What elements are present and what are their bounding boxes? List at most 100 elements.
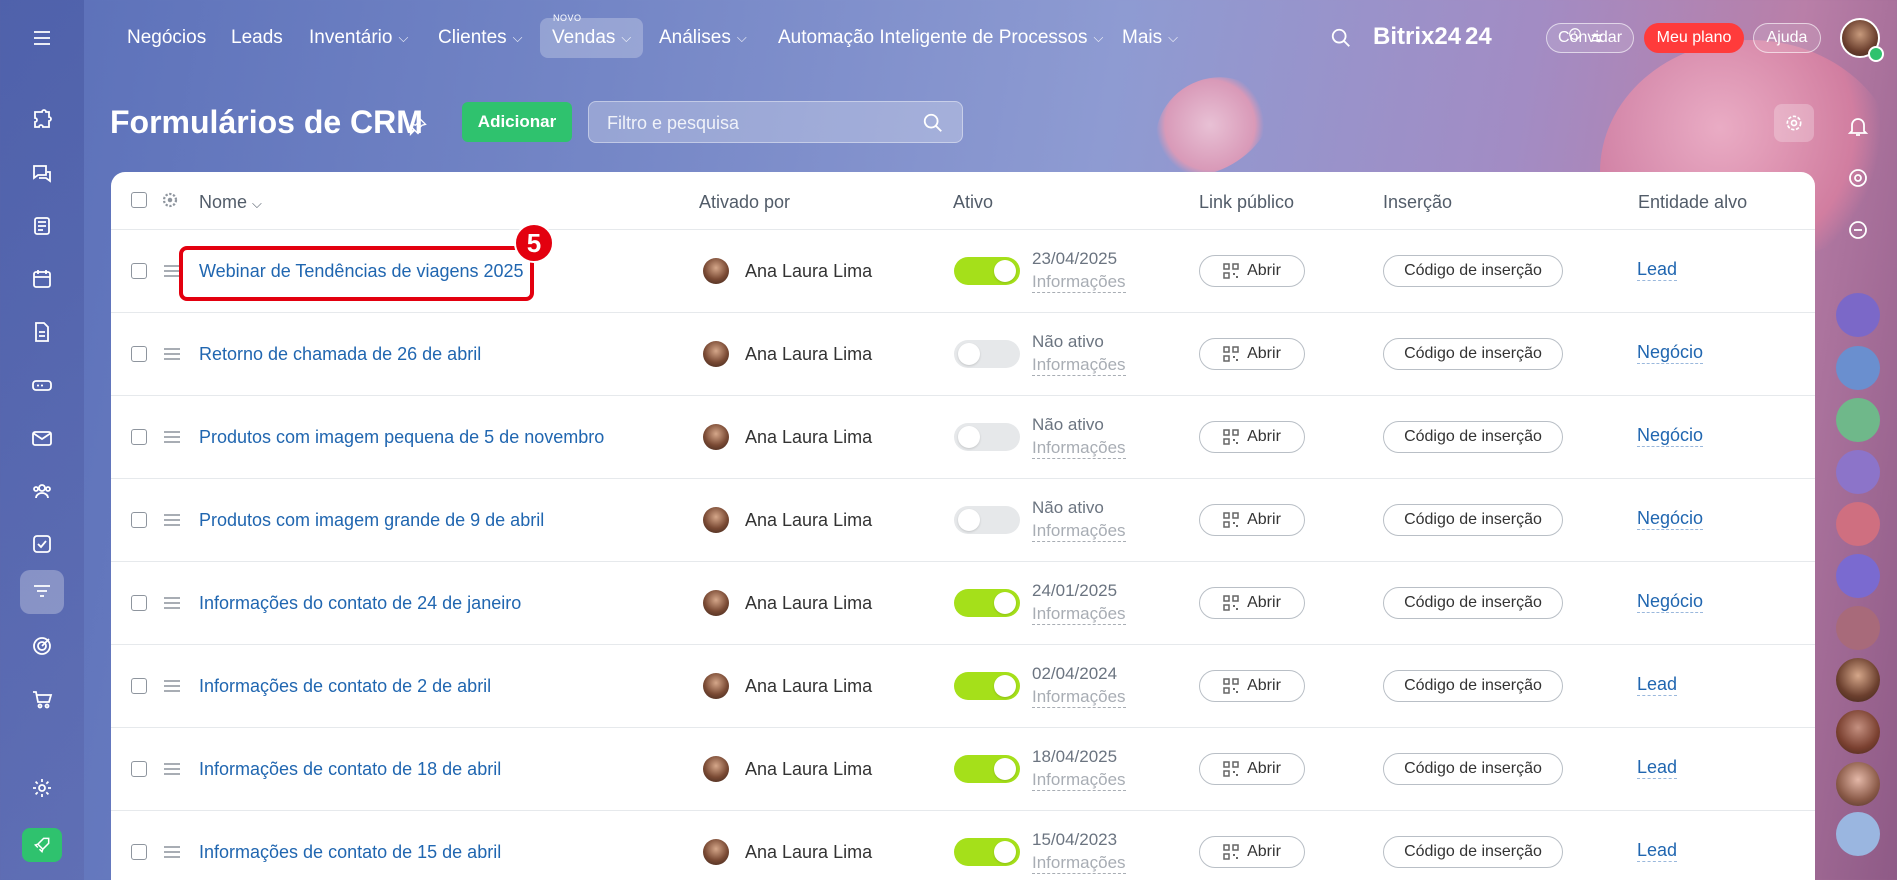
column-header-target-entity[interactable]: Entidade alvo	[1638, 192, 1747, 213]
embed-code-button[interactable]: Código de inserção	[1383, 670, 1563, 702]
copilot-icon[interactable]	[1836, 156, 1880, 200]
column-settings-gear-icon[interactable]	[161, 191, 179, 209]
info-link[interactable]: Informações	[1032, 355, 1126, 376]
info-link[interactable]: Informações	[1032, 770, 1126, 791]
brand-logo[interactable]: Bitrix24 24	[1373, 23, 1492, 51]
column-header-activated-by[interactable]: Ativado por	[699, 192, 790, 213]
settings-gear-icon[interactable]	[20, 766, 64, 810]
tasks-icon[interactable]	[20, 522, 64, 566]
row-checkbox[interactable]	[131, 678, 147, 694]
nav-item-mais[interactable]: Mais ⌵	[1110, 18, 1190, 58]
info-link[interactable]: Informações	[1032, 438, 1126, 459]
target-icon[interactable]	[20, 624, 64, 668]
contact-avatar[interactable]	[1836, 710, 1880, 754]
form-name-link[interactable]: Produtos com imagem grande de 9 de abril	[199, 510, 544, 531]
pin-icon[interactable]	[408, 116, 428, 136]
help-button[interactable]: Ajuda	[1753, 23, 1821, 53]
open-public-link-button[interactable]: Abrir	[1199, 670, 1305, 702]
activated-by-user[interactable]: Ana Laura Lima	[745, 510, 872, 531]
group-rail-icon[interactable]	[1836, 398, 1880, 442]
embed-code-button[interactable]: Código de inserção	[1383, 255, 1563, 287]
nav-item-negocios[interactable]: Negócios	[115, 18, 218, 58]
nav-item-vendas[interactable]: Vendas ⌵	[540, 18, 644, 58]
table-row[interactable]: Informações de contato de 2 de abril Ana…	[111, 645, 1815, 728]
select-all-checkbox[interactable]	[131, 192, 147, 208]
user-avatar[interactable]	[703, 258, 729, 284]
embed-code-button[interactable]: Código de inserção	[1383, 338, 1563, 370]
hamburger-menu-icon[interactable]	[20, 16, 64, 60]
form-name-link[interactable]: Produtos com imagem pequena de 5 de nove…	[199, 427, 604, 448]
drag-handle-icon[interactable]	[164, 348, 180, 360]
page-settings-button[interactable]	[1774, 104, 1814, 142]
chat-bubble-icon[interactable]	[1836, 208, 1880, 252]
contact-avatar[interactable]	[1836, 658, 1880, 702]
open-public-link-button[interactable]: Abrir	[1199, 587, 1305, 619]
info-link[interactable]: Informações	[1032, 687, 1126, 708]
search-input[interactable]	[607, 110, 907, 136]
row-checkbox[interactable]	[131, 844, 147, 860]
column-header-insertion[interactable]: Inserção	[1383, 192, 1452, 213]
drag-handle-icon[interactable]	[164, 846, 180, 858]
form-name-link[interactable]: Informações de contato de 18 de abril	[199, 759, 501, 780]
row-checkbox[interactable]	[131, 263, 147, 279]
open-public-link-button[interactable]: Abrir	[1199, 255, 1305, 287]
open-public-link-button[interactable]: Abrir	[1199, 338, 1305, 370]
target-entity-link[interactable]: Negócio	[1637, 591, 1704, 613]
user-avatar[interactable]	[703, 341, 729, 367]
drive-icon[interactable]	[20, 363, 64, 407]
table-row[interactable]: Produtos com imagem pequena de 5 de nove…	[111, 396, 1815, 479]
mail-icon[interactable]	[20, 416, 64, 460]
bell-icon[interactable]	[1836, 104, 1880, 148]
row-checkbox[interactable]	[131, 595, 147, 611]
column-header-name[interactable]: Nome ⌵	[199, 192, 262, 213]
nav-item-clientes[interactable]: Clientes ⌵	[426, 18, 535, 58]
target-entity-link[interactable]: Negócio	[1637, 425, 1704, 447]
table-row[interactable]: Informações do contato de 24 de janeiro …	[111, 562, 1815, 645]
tasks-rail-icon[interactable]	[1836, 346, 1880, 390]
circle-rail-icon[interactable]	[1836, 606, 1880, 650]
group-icon[interactable]	[20, 469, 64, 513]
search-icon[interactable]	[922, 112, 944, 134]
my-plan-button[interactable]: Meu plano	[1644, 23, 1744, 53]
target-entity-link[interactable]: Lead	[1637, 674, 1678, 696]
table-row[interactable]: Informações de contato de 15 de abril An…	[111, 811, 1815, 880]
info-link[interactable]: Informações	[1032, 272, 1126, 293]
column-header-public-link[interactable]: Link público	[1199, 192, 1294, 213]
cart-icon[interactable]	[20, 677, 64, 721]
activated-by-user[interactable]: Ana Laura Lima	[745, 593, 872, 614]
nav-item-leads[interactable]: Leads	[219, 18, 295, 58]
target-entity-link[interactable]: Negócio	[1637, 508, 1704, 530]
info-link[interactable]: Informações	[1032, 521, 1126, 542]
user-avatar[interactable]	[703, 590, 729, 616]
active-toggle[interactable]	[954, 672, 1020, 700]
activated-by-user[interactable]: Ana Laura Lima	[745, 676, 872, 697]
user-avatar[interactable]	[703, 424, 729, 450]
nav-item-inventario[interactable]: Inventário ⌵	[297, 18, 420, 58]
crm-funnel-icon[interactable]	[20, 570, 64, 614]
rocket-button[interactable]	[22, 828, 62, 862]
active-toggle[interactable]	[954, 755, 1020, 783]
chat-rail-icon[interactable]	[1836, 554, 1880, 598]
calendar-icon[interactable]	[20, 257, 64, 301]
row-checkbox[interactable]	[131, 512, 147, 528]
open-public-link-button[interactable]: Abrir	[1199, 504, 1305, 536]
embed-code-button[interactable]: Código de inserção	[1383, 836, 1563, 868]
active-toggle[interactable]	[954, 838, 1020, 866]
open-public-link-button[interactable]: Abrir	[1199, 421, 1305, 453]
info-link[interactable]: Informações	[1032, 853, 1126, 874]
row-checkbox[interactable]	[131, 346, 147, 362]
target-entity-link[interactable]: Negócio	[1637, 342, 1704, 364]
filter-search-box[interactable]	[588, 101, 963, 143]
form-name-link[interactable]: Retorno de chamada de 26 de abril	[199, 344, 481, 365]
drag-handle-icon[interactable]	[164, 265, 180, 277]
user-avatar[interactable]	[703, 839, 729, 865]
embed-code-button[interactable]: Código de inserção	[1383, 753, 1563, 785]
active-toggle[interactable]	[954, 257, 1020, 285]
active-toggle[interactable]	[954, 506, 1020, 534]
row-checkbox[interactable]	[131, 761, 147, 777]
info-link[interactable]: Informações	[1032, 604, 1126, 625]
contact-avatar[interactable]	[1836, 762, 1880, 806]
active-toggle[interactable]	[954, 340, 1020, 368]
column-header-active[interactable]: Ativo	[953, 192, 993, 213]
embed-code-button[interactable]: Código de inserção	[1383, 421, 1563, 453]
